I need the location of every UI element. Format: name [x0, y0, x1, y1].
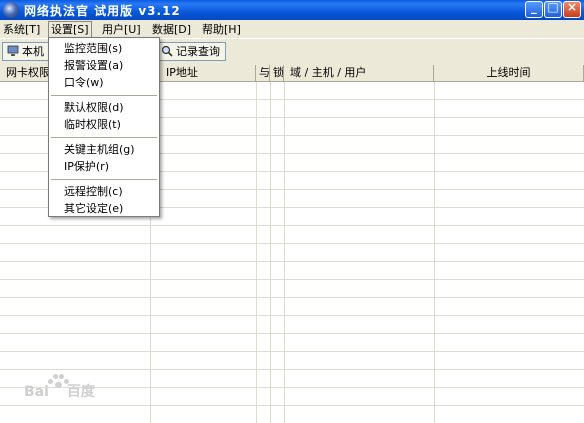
records-query-label: 记录查询 — [176, 45, 220, 58]
search-icon — [161, 45, 173, 57]
menu-item-monitor-range[interactable]: 监控范围(s) — [64, 41, 122, 57]
column-divider — [434, 82, 435, 423]
app-icon — [3, 2, 19, 18]
menu-users[interactable]: 用户[U] — [100, 22, 143, 37]
column-header-lock[interactable]: 锁 — [270, 65, 284, 81]
menu-item-key-host-group[interactable]: 关键主机组(g) — [64, 142, 135, 158]
column-header-online-time[interactable]: 上线时间 — [434, 65, 584, 81]
column-divider — [270, 82, 271, 423]
menu-data[interactable]: 数据[D] — [150, 22, 193, 37]
paw-icon — [48, 373, 69, 389]
column-divider — [256, 82, 257, 423]
menu-help[interactable]: 帮助[H] — [200, 22, 243, 37]
menu-item-temp-permission[interactable]: 临时权限(t) — [64, 117, 121, 133]
close-button[interactable]: × — [563, 0, 581, 18]
minimize-button[interactable]: _ — [525, 0, 543, 18]
local-button-label: 本机 — [22, 45, 44, 58]
menu-item-alarm-settings[interactable]: 报警设置(a) — [64, 58, 123, 74]
menu-item-ip-protection[interactable]: IP保护(r) — [64, 159, 109, 175]
menu-item-default-permission[interactable]: 默认权限(d) — [64, 100, 124, 116]
baidu-watermark: Bai 百度 — [24, 374, 124, 407]
minimize-icon: _ — [531, 0, 537, 14]
close-icon: × — [566, 0, 578, 14]
menu-separator — [51, 137, 157, 138]
maximize-icon: □ — [547, 0, 559, 14]
settings-dropdown: 监控范围(s) 报警设置(a) 口令(w) 默认权限(d) 临时权限(t) 关键… — [48, 37, 160, 217]
menu-separator — [51, 179, 157, 180]
window-title: 网络执法官 试用版 v3.12 — [24, 4, 181, 18]
local-button[interactable]: 本机 — [2, 42, 52, 61]
computer-icon — [7, 45, 19, 57]
column-header-domain-host-user[interactable]: 域 / 主机 / 用户 — [284, 65, 434, 81]
menu-bar: 系统[T] 设置[S] 用户[U] 数据[D] 帮助[H] — [0, 20, 584, 38]
menu-settings[interactable]: 设置[S] — [48, 21, 92, 37]
column-header-link[interactable]: 与 — [256, 65, 270, 81]
menu-system[interactable]: 系统[T] — [1, 22, 42, 37]
maximize-button[interactable]: □ — [544, 0, 562, 18]
menu-separator — [51, 95, 157, 96]
records-query-button[interactable]: 记录查询 — [156, 42, 226, 61]
menu-item-password[interactable]: 口令(w) — [64, 75, 104, 91]
watermark-text-cn: 百度 — [66, 384, 95, 400]
column-header-ip[interactable]: IP地址 — [150, 65, 256, 81]
column-divider — [284, 82, 285, 423]
menu-item-other-settings[interactable]: 其它设定(e) — [64, 201, 123, 217]
watermark-text: Bai — [24, 384, 49, 400]
title-bar: 网络执法官 试用版 v3.12 _ □ × — [0, 0, 584, 20]
menu-item-remote-control[interactable]: 远程控制(c) — [64, 184, 123, 200]
